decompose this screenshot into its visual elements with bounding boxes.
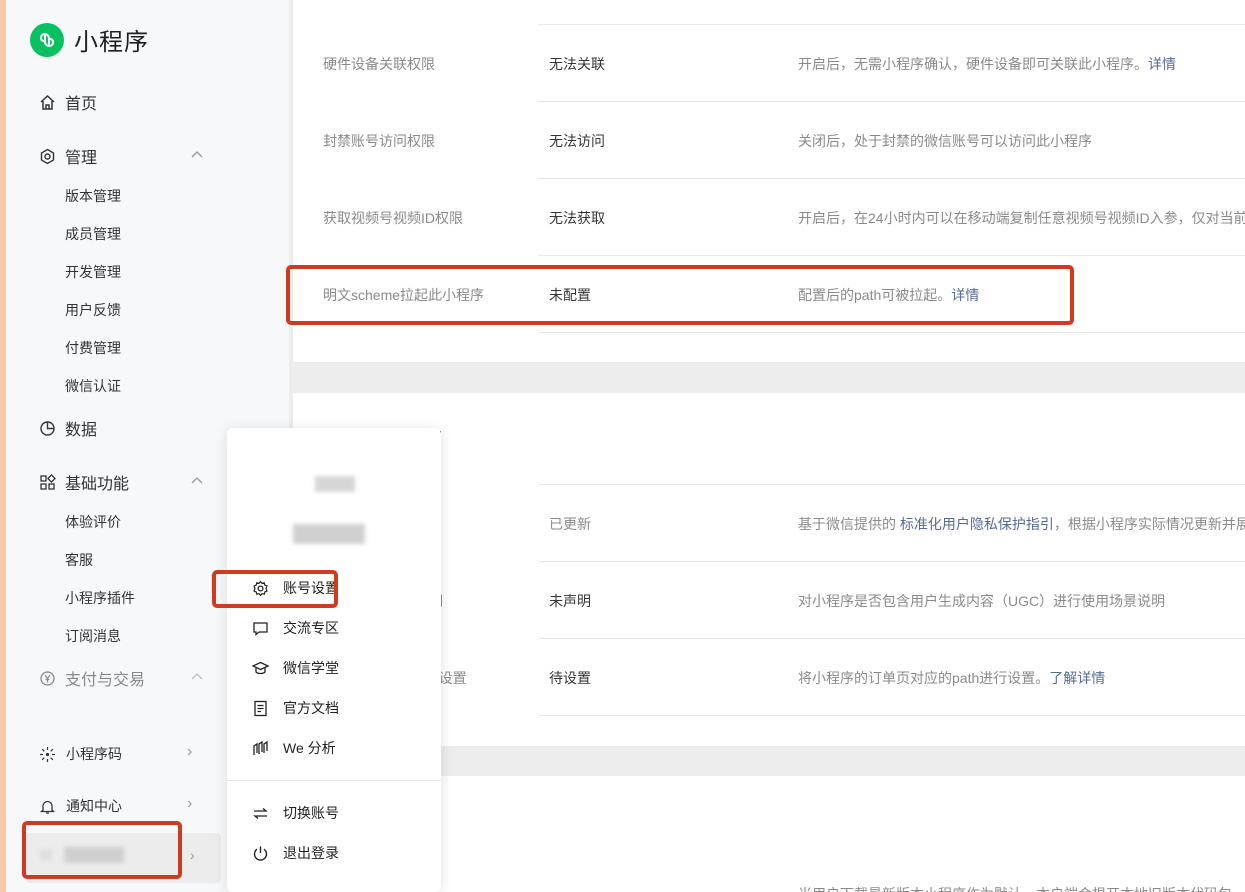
chevron-right-icon[interactable]: ›	[187, 795, 192, 813]
pie-chart-icon	[38, 419, 56, 437]
menu-label: 官方文档	[283, 700, 339, 716]
nav-pay[interactable]: 支付与交易	[38, 666, 145, 690]
miniprogram-logo-icon	[30, 22, 64, 57]
swap-icon	[251, 804, 269, 822]
menu-divider	[227, 780, 441, 781]
nav-notify-label: 通知中心	[66, 798, 122, 814]
nav-home[interactable]: 首页	[38, 90, 97, 114]
menu-community[interactable]: 交流专区	[251, 618, 339, 638]
nav-sub-verify[interactable]: 微信认证	[65, 376, 121, 396]
nav-qrcode[interactable]: 小程序码	[38, 744, 122, 764]
nav-sub-members[interactable]: 成员管理	[65, 224, 121, 244]
yen-icon	[38, 669, 56, 687]
miniprogram-code-icon	[38, 745, 56, 763]
nav-sub-subscribe[interactable]: 订阅消息	[65, 626, 121, 646]
details-link[interactable]: 详情	[1148, 56, 1176, 72]
menu-switch-account[interactable]: 切换账号	[251, 803, 339, 823]
menu-docs[interactable]: 官方文档	[251, 698, 339, 718]
analytics-icon	[251, 739, 269, 757]
nav-data[interactable]: 数据	[38, 416, 97, 440]
nav-manage-label: 管理	[65, 150, 98, 167]
setting-status: 无法关联	[549, 55, 605, 72]
setting-desc: 开启后，在24小时内可以在移动端复制任意视频号视频ID入参，仅对当前	[798, 209, 1245, 226]
nav-sub-payment[interactable]: 付费管理	[65, 338, 121, 358]
setting-status: 无法访问	[549, 132, 605, 149]
nav-sub-feedback[interactable]: 用户反馈	[65, 300, 121, 320]
settings-row: 硬件设备关联权限 无法关联 开启后，无需小程序确认，硬件设备即可关联此小程序。详…	[293, 25, 1245, 102]
menu-academy[interactable]: 微信学堂	[251, 658, 339, 678]
privacy-guide-link[interactable]: 标准化用户隐私保护指引	[900, 516, 1054, 532]
learn-more-link[interactable]: 了解详情	[1049, 670, 1105, 686]
power-icon	[251, 844, 269, 862]
menu-label: 退出登录	[283, 845, 339, 861]
menu-label: 交流专区	[283, 620, 339, 636]
menu-label: 微信学堂	[283, 660, 339, 676]
setting-name: 硬件设备关联权限	[323, 55, 435, 72]
chevron-right-icon: ›	[190, 847, 195, 863]
chevron-up-icon[interactable]	[190, 474, 204, 488]
setting-desc: 基于微信提供的 标准化用户隐私保护指引，根据小程序实际情况更新并展	[798, 515, 1245, 532]
menu-label: 切换账号	[283, 805, 339, 821]
nav-sub-dev[interactable]: 开发管理	[65, 262, 121, 282]
settings-row: 获取视频号视频ID权限 无法获取 开启后，在24小时内可以在移动端复制任意视频号…	[293, 179, 1245, 256]
grid-icon	[38, 473, 56, 491]
setting-desc: 对小程序是否包含用户生成内容（UGC）进行使用场景说明	[798, 592, 1166, 609]
setting-desc: 将小程序的订单页对应的path进行设置。了解详情	[798, 669, 1106, 686]
menu-label: We 分析	[283, 740, 336, 756]
highlight-account-settings	[212, 570, 338, 608]
graduation-cap-icon	[251, 659, 269, 677]
row-divider	[539, 332, 1245, 333]
nav-notify[interactable]: 通知中心	[38, 796, 122, 816]
account-name-blurred	[293, 524, 365, 544]
setting-name: 获取视频号视频ID权限	[323, 209, 463, 226]
row-divider	[539, 715, 1245, 716]
chevron-up-icon[interactable]	[190, 670, 204, 684]
brand-name: 小程序	[74, 29, 149, 56]
home-icon	[38, 93, 56, 111]
account-popup-menu: 账号设置 交流专区 微信学堂 官方文档 We 分析 切换账号 退出登录	[227, 428, 441, 892]
nav-basic[interactable]: 基础功能	[38, 470, 129, 494]
nav-pay-label: 支付与交易	[65, 672, 146, 689]
nav-basic-label: 基础功能	[65, 476, 130, 493]
account-avatar-blurred	[315, 476, 355, 492]
setting-status: 已更新	[549, 515, 591, 532]
nav-manage[interactable]: 管理	[38, 144, 97, 168]
setting-status: 待设置	[549, 669, 591, 686]
menu-we-analysis[interactable]: We 分析	[251, 738, 336, 758]
chevron-right-icon[interactable]: ›	[187, 743, 192, 761]
bell-icon	[38, 797, 56, 815]
setting-status: 无法获取	[549, 209, 605, 226]
settings-row: 封禁账号访问权限 无法访问 关闭后，处于封禁的微信账号可以访问此小程序	[293, 102, 1245, 179]
nav-sub-plugin[interactable]: 小程序插件	[65, 588, 135, 608]
highlight-scheme-row	[286, 265, 1074, 325]
nav-sub-review[interactable]: 体验评价	[65, 512, 121, 532]
setting-desc: 关闭后，处于封禁的微信账号可以访问此小程序	[798, 132, 1092, 149]
chevron-up-icon[interactable]	[190, 148, 204, 162]
brand[interactable]: 小程序	[30, 22, 149, 57]
nav-sub-service[interactable]: 客服	[65, 550, 93, 570]
highlight-account-switcher	[22, 821, 182, 879]
document-icon	[251, 699, 269, 717]
footer-text: 当用户下载最新版本小程序作为默认，本户端会根开本地旧版本代码包	[798, 884, 1232, 892]
chat-bubble-icon	[251, 619, 269, 637]
menu-logout[interactable]: 退出登录	[251, 843, 339, 863]
nav-data-label: 数据	[65, 422, 98, 439]
nav-qrcode-label: 小程序码	[66, 746, 122, 762]
settings-hex-icon	[38, 147, 56, 165]
setting-desc: 开启后，无需小程序确认，硬件设备即可关联此小程序。详情	[798, 55, 1176, 72]
nav-sub-version[interactable]: 版本管理	[65, 186, 121, 206]
nav-home-label: 首页	[65, 96, 98, 113]
setting-name: 封禁账号访问权限	[323, 132, 435, 149]
setting-status: 未声明	[549, 592, 591, 609]
